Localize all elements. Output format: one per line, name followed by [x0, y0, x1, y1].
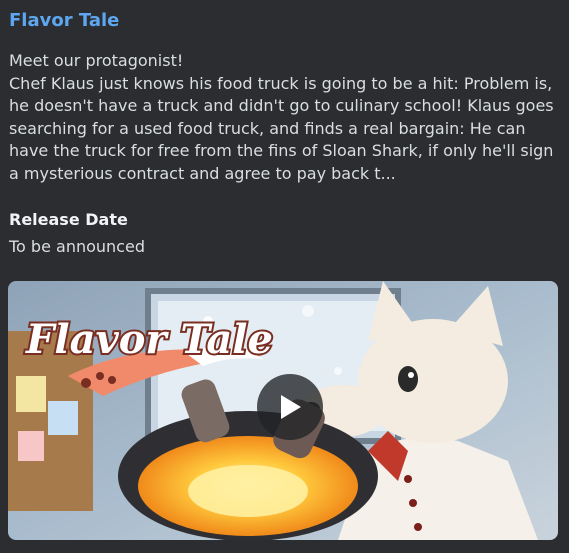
play-icon [281, 395, 301, 419]
embed-description: Meet our protagonist! Chef Klaus just kn… [9, 51, 554, 183]
game-embed: Flavor Tale Meet our protagonist! Chef K… [0, 0, 569, 553]
release-date-label: Release Date [9, 210, 128, 229]
play-button[interactable] [257, 374, 323, 440]
logo-text: Flavor Tale [25, 316, 273, 363]
embed-title-link[interactable]: Flavor Tale [9, 9, 119, 33]
release-date-value: To be announced [9, 237, 145, 256]
video-thumbnail[interactable]: Flavor Tale [8, 281, 558, 540]
